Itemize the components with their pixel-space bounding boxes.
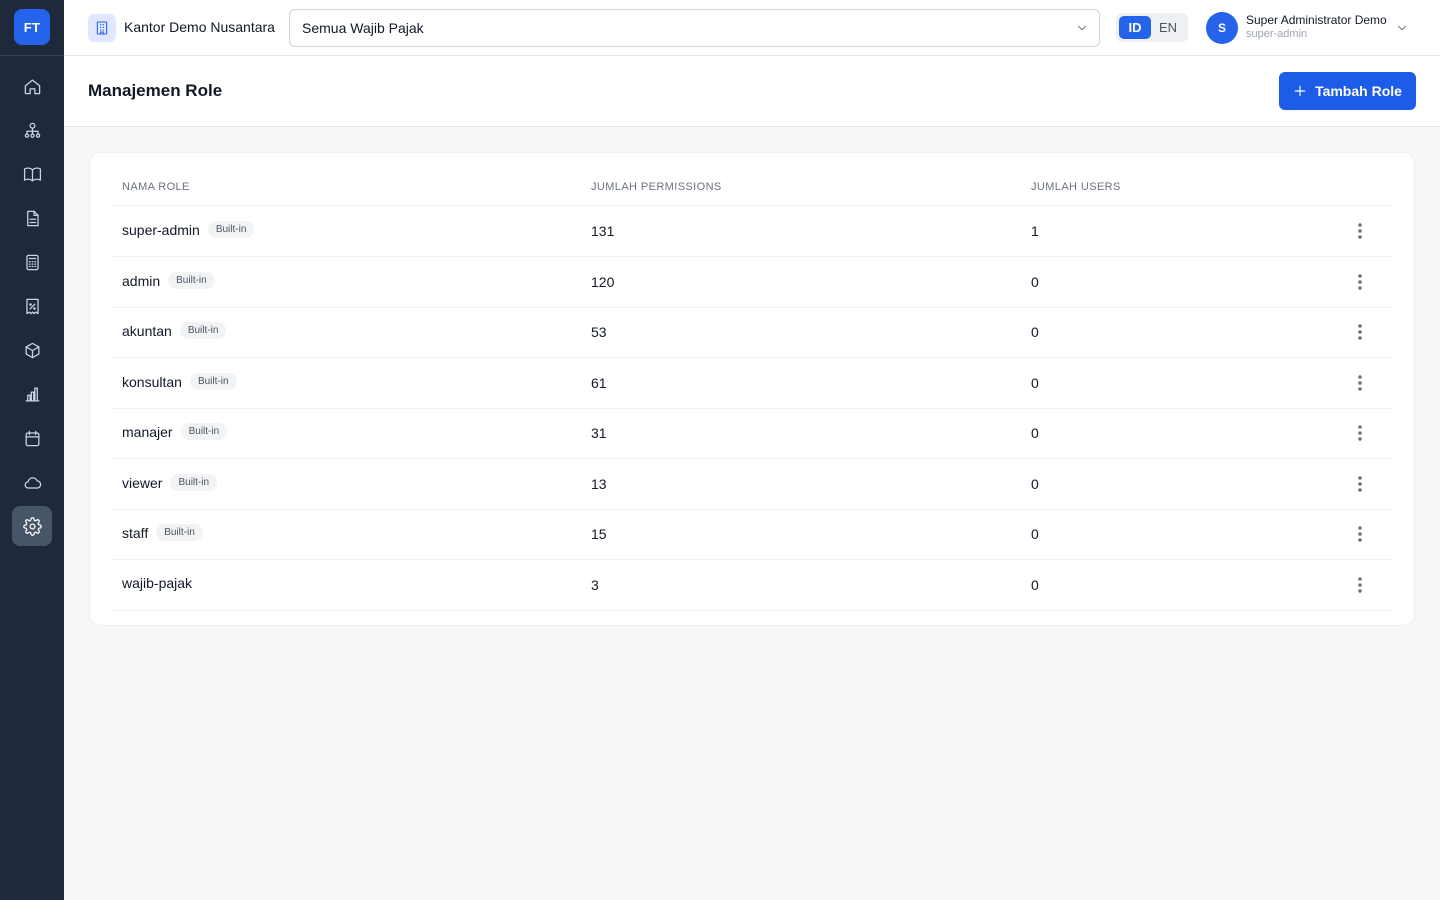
users-count: 0: [1031, 577, 1039, 593]
add-role-label: Tambah Role: [1315, 83, 1402, 99]
row-actions-menu-icon[interactable]: [1348, 372, 1372, 394]
permissions-count: 53: [591, 324, 607, 340]
table-row[interactable]: viewer Built-in 13 0: [112, 459, 1392, 510]
sidebar: FT: [0, 0, 64, 900]
sidebar-nav: [12, 66, 52, 550]
role-name: manajer: [122, 423, 173, 440]
column-header-role-name: NAMA ROLE: [122, 181, 190, 193]
users-count: 0: [1031, 425, 1039, 441]
cloud-icon: [24, 476, 41, 489]
roles-table-card: NAMA ROLE JUMLAH PERMISSIONS JUMLAH USER…: [89, 152, 1415, 626]
built-in-badge: Built-in: [170, 474, 218, 491]
top-header: Kantor Demo Nusantara Semua Wajib Pajak …: [64, 0, 1440, 56]
permissions-count: 61: [591, 375, 607, 391]
users-icon: [24, 122, 40, 138]
role-name: super-admin: [122, 221, 200, 238]
table-row[interactable]: konsultan Built-in 61 0: [112, 358, 1392, 409]
sidebar-item-book[interactable]: [12, 154, 52, 194]
row-actions-menu-icon[interactable]: [1348, 220, 1372, 242]
table-row[interactable]: akuntan Built-in 53 0: [112, 307, 1392, 358]
app-logo[interactable]: FT: [14, 9, 50, 45]
table-row[interactable]: admin Built-in 120 0: [112, 257, 1392, 308]
user-menu-chevron-icon[interactable]: [1395, 21, 1409, 40]
lang-en-button[interactable]: EN: [1152, 16, 1184, 39]
page-header: Manajemen Role Tambah Role: [64, 56, 1440, 127]
built-in-badge: Built-in: [179, 322, 227, 339]
table-row[interactable]: staff Built-in 15 0: [112, 509, 1392, 560]
sidebar-item-reports[interactable]: [12, 374, 52, 414]
building-icon: [88, 14, 116, 42]
row-actions-menu-icon[interactable]: [1348, 574, 1372, 596]
page-title: Manajemen Role: [88, 81, 223, 100]
sidebar-divider: [0, 55, 64, 56]
avatar[interactable]: S: [1206, 12, 1238, 44]
role-name: akuntan: [122, 322, 172, 339]
table-row[interactable]: super-admin Built-in 131 1: [112, 206, 1392, 257]
calculator-icon: [25, 254, 39, 270]
permissions-count: 131: [591, 223, 615, 239]
book-icon: [23, 167, 41, 181]
permissions-count: 13: [591, 476, 607, 492]
gear-icon: [22, 516, 42, 536]
home-icon: [24, 79, 40, 94]
receipt-icon: [25, 298, 39, 314]
row-actions-menu-icon[interactable]: [1348, 422, 1372, 444]
calendar-icon: [25, 430, 39, 446]
user-role: super-admin: [1246, 28, 1308, 40]
role-name: viewer: [122, 474, 163, 491]
table-row[interactable]: manajer Built-in 31 0: [112, 408, 1392, 459]
users-count: 0: [1031, 476, 1039, 492]
row-actions-menu-icon[interactable]: [1348, 271, 1372, 293]
sidebar-item-users[interactable]: [12, 110, 52, 150]
row-actions-menu-icon[interactable]: [1348, 523, 1372, 545]
users-count: 1: [1031, 223, 1039, 239]
chevron-down-icon: [1075, 21, 1089, 40]
sidebar-item-home[interactable]: [12, 66, 52, 106]
row-actions-menu-icon[interactable]: [1348, 473, 1372, 495]
role-name: wajib-pajak: [122, 575, 193, 591]
built-in-badge: Built-in: [168, 272, 215, 289]
users-count: 0: [1031, 274, 1039, 290]
sidebar-item-settings[interactable]: [12, 506, 52, 546]
row-actions-menu-icon[interactable]: [1348, 321, 1372, 343]
language-switch: ID EN: [1116, 13, 1188, 42]
users-count: 0: [1031, 324, 1039, 340]
office-name[interactable]: Kantor Demo Nusantara: [124, 19, 275, 35]
role-name: konsultan: [122, 373, 182, 390]
permissions-count: 15: [591, 526, 607, 542]
sidebar-item-calendar[interactable]: [12, 418, 52, 458]
role-name: staff: [122, 524, 149, 541]
built-in-badge: Built-in: [180, 423, 228, 440]
users-count: 0: [1031, 526, 1039, 542]
permissions-count: 120: [591, 274, 615, 290]
sidebar-item-inventory[interactable]: [12, 330, 52, 370]
table-row[interactable]: wajib-pajak 3 0: [112, 560, 1392, 611]
column-header-users: JUMLAH USERS: [1031, 181, 1121, 193]
taxpayer-select[interactable]: Semua Wajib Pajak: [289, 9, 1100, 47]
permissions-count: 3: [591, 577, 599, 593]
document-icon: [26, 210, 39, 226]
sidebar-item-cloud[interactable]: [12, 462, 52, 502]
built-in-badge: Built-in: [156, 524, 203, 541]
column-header-permissions: JUMLAH PERMISSIONS: [591, 181, 722, 193]
permissions-count: 31: [591, 425, 607, 441]
user-name[interactable]: Super Administrator Demo: [1246, 13, 1387, 27]
role-name: admin: [122, 272, 161, 289]
sidebar-item-documents[interactable]: [12, 198, 52, 238]
built-in-badge: Built-in: [207, 221, 255, 238]
box-icon: [25, 342, 39, 358]
plus-icon: [1294, 85, 1306, 97]
taxpayer-select-value: Semua Wajib Pajak: [302, 20, 424, 36]
add-role-button[interactable]: Tambah Role: [1279, 72, 1416, 110]
sidebar-item-receipt[interactable]: [12, 286, 52, 326]
sidebar-item-calculator[interactable]: [12, 242, 52, 282]
built-in-badge: Built-in: [189, 373, 237, 390]
table-header: NAMA ROLE JUMLAH PERMISSIONS JUMLAH USER…: [112, 173, 1392, 206]
lang-id-button[interactable]: ID: [1119, 16, 1151, 39]
bar-chart-icon: [25, 387, 39, 401]
users-count: 0: [1031, 375, 1039, 391]
